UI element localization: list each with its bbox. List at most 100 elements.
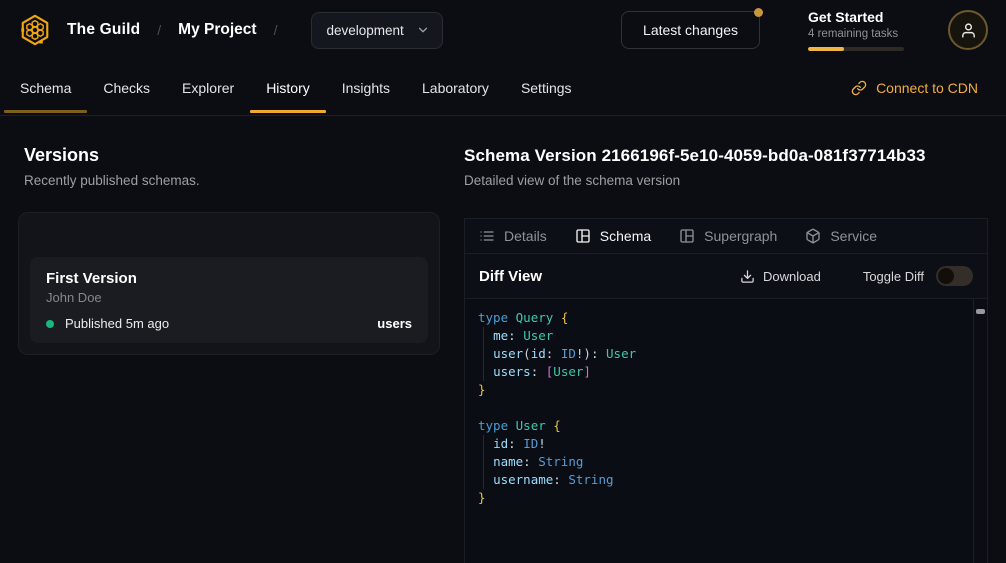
code-token: User [606, 346, 636, 361]
code-token: username [493, 472, 553, 487]
tab-history[interactable]: History [250, 60, 326, 115]
columns-icon [679, 228, 695, 244]
code-token: type [478, 418, 508, 433]
get-started-title: Get Started [808, 9, 904, 25]
tab-supergraph-label: Supergraph [704, 228, 777, 244]
code-token: ] [583, 364, 591, 379]
code-scrollbar-thumb[interactable] [976, 309, 985, 314]
tab-settings[interactable]: Settings [505, 60, 588, 115]
org-breadcrumb[interactable]: The Guild [67, 21, 140, 39]
columns-icon [575, 228, 591, 244]
code-token: ID [523, 436, 538, 451]
project-breadcrumb[interactable]: My Project [178, 21, 256, 39]
code-token [538, 364, 546, 379]
code-token: } [478, 382, 486, 397]
code-token: String [568, 472, 613, 487]
code-token: { [553, 418, 561, 433]
get-started-widget[interactable]: Get Started 4 remaining tasks [808, 9, 904, 51]
tab-supergraph[interactable]: Supergraph [679, 228, 777, 244]
tab-history-label: History [266, 80, 310, 96]
download-button[interactable]: Download [740, 269, 821, 284]
code-token: name [493, 454, 523, 469]
user-menu-button[interactable] [948, 10, 988, 50]
connect-to-cdn-label: Connect to CDN [876, 80, 978, 96]
code-line: } [478, 489, 973, 507]
schema-version-panel: Details Schema Supergraph [464, 218, 988, 563]
code-token: : [523, 454, 531, 469]
breadcrumb-separator: / [274, 22, 278, 38]
download-label: Download [763, 269, 821, 284]
code-token [553, 346, 561, 361]
schema-code-viewer: type Query { me: User user(id: ID!): Use… [465, 299, 987, 563]
code-line [478, 399, 973, 417]
version-view-tabs: Details Schema Supergraph [465, 219, 987, 254]
tab-schema-view-label: Schema [600, 228, 651, 244]
versions-subheading: Recently published schemas. [24, 173, 200, 188]
diff-view-title: Diff View [479, 268, 542, 285]
code-token: ( [523, 346, 531, 361]
app-header: The Guild / My Project / development Lat… [0, 0, 1006, 60]
diff-toolbar: Diff View Download Toggle Diff [465, 254, 987, 299]
tab-insights[interactable]: Insights [326, 60, 406, 115]
tab-service[interactable]: Service [805, 228, 877, 244]
download-icon [740, 269, 755, 284]
code-token: user [493, 346, 523, 361]
version-list-item[interactable]: First Version John Doe Published 5m ago … [30, 257, 428, 343]
toggle-diff-switch[interactable] [936, 266, 973, 286]
code-token: Query [516, 310, 554, 325]
code-token [478, 454, 493, 469]
code-token [478, 346, 493, 361]
schema-version-subtitle: Detailed view of the schema version [464, 173, 680, 188]
code-token: type [478, 310, 508, 325]
tab-service-label: Service [830, 228, 877, 244]
target-selector-dropdown[interactable]: development [311, 12, 442, 49]
cube-icon [805, 228, 821, 244]
code-token: ! [538, 436, 546, 451]
code-token [598, 346, 606, 361]
version-author: John Doe [46, 290, 412, 305]
get-started-subtitle: 4 remaining tasks [808, 28, 904, 40]
code-token [478, 328, 493, 343]
versions-list-card: First Version John Doe Published 5m ago … [18, 212, 440, 355]
code-token: : [508, 436, 516, 451]
target-selector-value: development [326, 23, 403, 38]
latest-changes-button[interactable]: Latest changes [621, 11, 760, 49]
breadcrumb-separator: / [157, 22, 161, 38]
honeycomb-logo-icon[interactable] [18, 13, 52, 47]
target-nav-tabs: Schema Checks Explorer History Insights … [0, 60, 1006, 116]
tab-laboratory[interactable]: Laboratory [406, 60, 505, 115]
code-token: id [531, 346, 546, 361]
code-line: name: String [478, 453, 973, 471]
code-line: users: [User] [478, 363, 973, 381]
tab-details[interactable]: Details [479, 228, 547, 244]
tab-schema[interactable]: Schema [4, 60, 87, 115]
code-line: user(id: ID!): User [478, 345, 973, 363]
versions-heading: Versions [24, 145, 99, 166]
code-token: id [493, 436, 508, 451]
list-icon [479, 228, 495, 244]
code-token: users [493, 364, 531, 379]
code-token [478, 472, 493, 487]
toggle-diff-knob [938, 268, 954, 284]
latest-changes-label: Latest changes [643, 22, 738, 38]
code-token: User [523, 328, 553, 343]
toggle-diff-label: Toggle Diff [863, 269, 924, 284]
connect-to-cdn-link[interactable]: Connect to CDN [851, 60, 1002, 115]
code-token: : [553, 472, 561, 487]
code-token [478, 436, 493, 451]
published-status-dot [46, 320, 54, 328]
code-token: } [478, 490, 486, 505]
link-icon [851, 80, 867, 96]
tab-schema-view[interactable]: Schema [575, 228, 651, 244]
tab-details-label: Details [504, 228, 547, 244]
tab-explorer[interactable]: Explorer [166, 60, 250, 115]
tab-laboratory-label: Laboratory [422, 80, 489, 96]
code-line: me: User [478, 327, 973, 345]
code-editor-content[interactable]: type Query { me: User user(id: ID!): Use… [465, 299, 973, 563]
get-started-progress-fill [808, 47, 844, 51]
code-scrollbar[interactable] [973, 299, 987, 563]
notification-dot [754, 8, 763, 17]
tab-checks[interactable]: Checks [87, 60, 166, 115]
code-token [508, 418, 516, 433]
code-token [508, 310, 516, 325]
